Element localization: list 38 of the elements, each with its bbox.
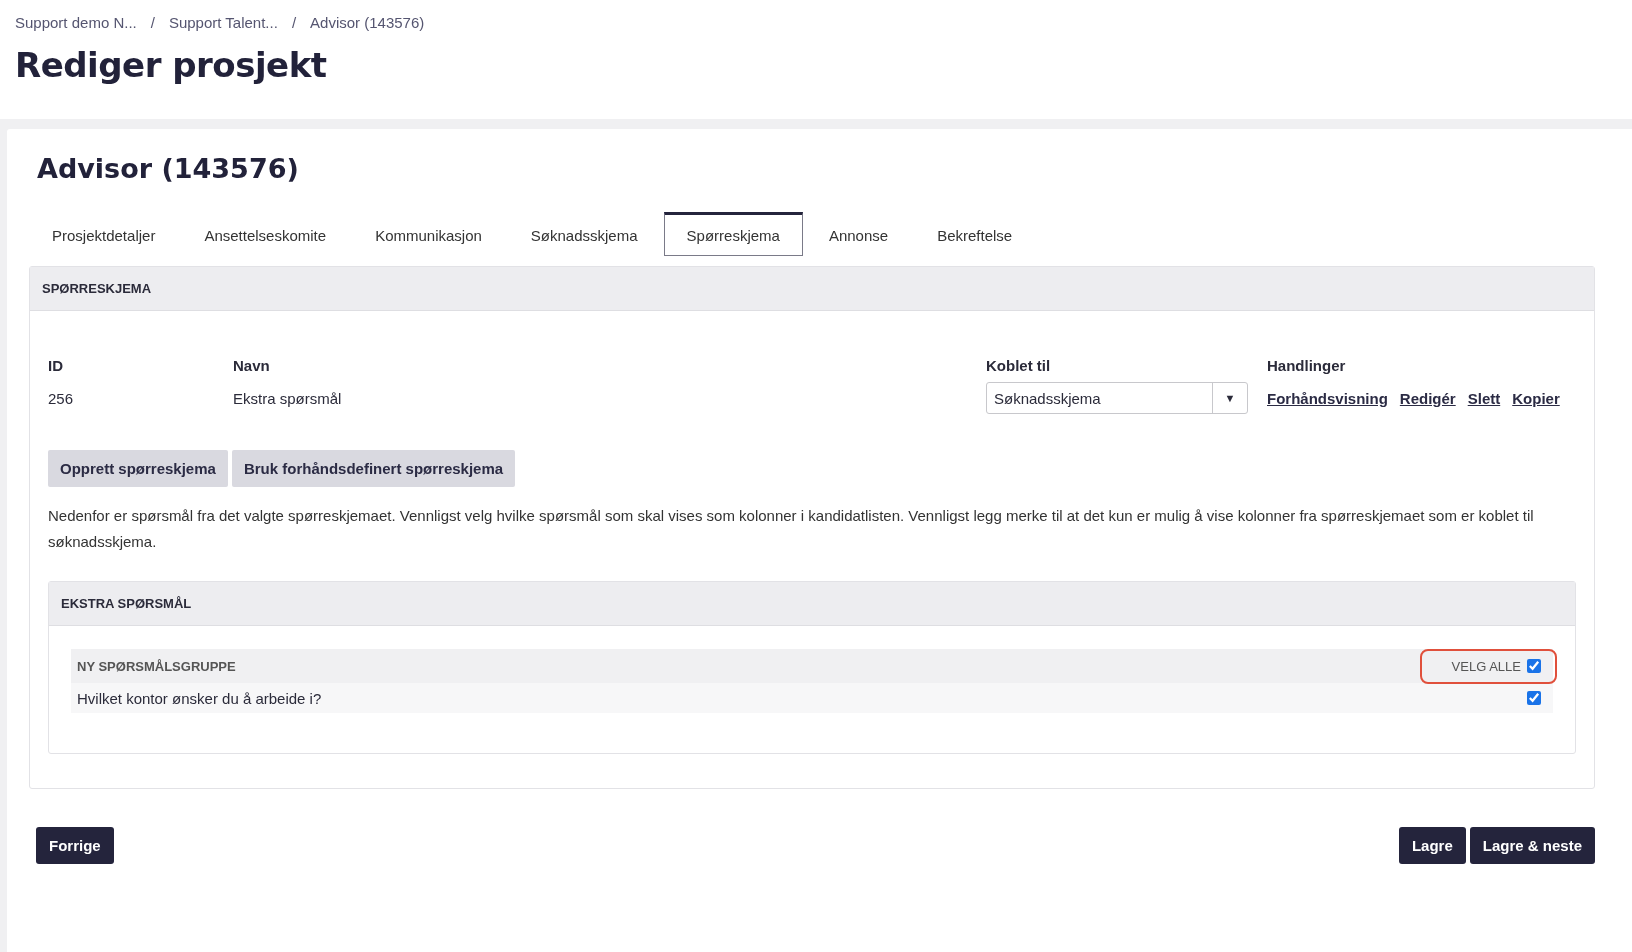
select-all-label: VELG ALLE — [1451, 658, 1521, 674]
select-all-checkbox[interactable] — [1527, 659, 1541, 673]
breadcrumb-link[interactable]: Support demo N... — [15, 14, 137, 31]
breadcrumb-link[interactable]: Advisor (143576) — [310, 14, 425, 31]
previous-button[interactable]: Forrige — [36, 827, 114, 864]
breadcrumb-link[interactable]: Support Talent... — [168, 14, 278, 31]
panel-header: SPØRRESKJEMA — [30, 267, 1594, 311]
description-text: Nedenfor er spørsmål fra det valgte spørreskjemaet. Vennligst velg hvilke spørsmål som skal vises som kolonner i kandidatlisten. Vennligst legg merke til at det kun er mulig å vise kolonner fra spørreskjemaet som er koblet til søknadsskjema. — [48, 506, 1535, 552]
save-button[interactable]: Lagre & neste — [1469, 827, 1595, 864]
page-title: Rediger prosjekt — [15, 45, 328, 85]
tab[interactable]: Spørreskjema — [663, 212, 803, 256]
column-header: Koblet til — [986, 357, 1052, 374]
breadcrumb-separator: / — [291, 14, 297, 31]
action-link[interactable]: Kopier — [1512, 389, 1560, 407]
table-cell-text: 256 — [48, 389, 75, 407]
question-panel-header: EKSTRA SPØRSMÅL — [49, 582, 1575, 626]
action-link[interactable]: Redigér — [1399, 389, 1456, 407]
project-title: Advisor (143576) — [37, 153, 300, 184]
column-header: Handlinger — [1267, 357, 1347, 374]
group-title: NY SPØRSMÅLSGRUPPE — [77, 658, 236, 674]
table-cell-text: Ekstra spørsmål — [233, 389, 343, 407]
column-header: Navn — [233, 357, 271, 374]
tab[interactable]: Ansettelseskomite — [181, 212, 350, 256]
questionnaire-button[interactable]: Opprett spørreskjema — [48, 450, 228, 487]
tab[interactable]: Annonse — [805, 212, 912, 256]
tab[interactable]: Prosjektdetaljer — [29, 212, 179, 256]
tab[interactable]: Søknadsskjema — [507, 212, 661, 256]
linked-to-dropdown[interactable]: Søknadsskjema ▼ — [986, 382, 1248, 414]
question-checkbox[interactable] — [1527, 691, 1541, 705]
breadcrumb-separator: / — [150, 14, 155, 31]
questionnaire-button[interactable]: Bruk forhåndsdefinert spørreskjema — [231, 450, 516, 487]
action-link[interactable]: Slett — [1467, 389, 1501, 407]
question-text: Hvilket kontor ønsker du å arbeide i? — [77, 689, 322, 707]
column-header: ID — [48, 357, 64, 374]
action-link[interactable]: Forhåndsvisning — [1267, 389, 1388, 407]
save-button[interactable]: Lagre — [1398, 827, 1466, 864]
tab[interactable]: Kommunikasjon — [352, 212, 505, 256]
tab[interactable]: Bekreftelse — [914, 212, 1036, 256]
